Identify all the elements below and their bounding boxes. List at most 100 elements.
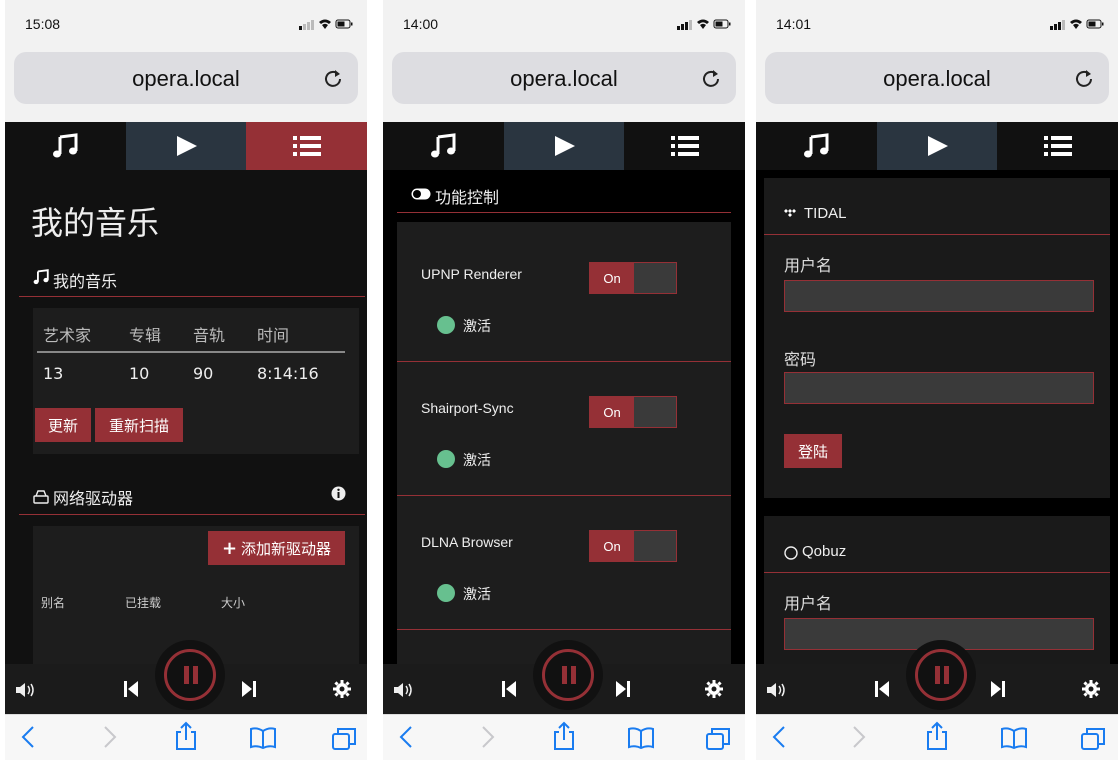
tab-player[interactable] [876,122,998,170]
reload-icon[interactable] [322,67,344,89]
tab-menu[interactable] [246,122,367,170]
share-icon[interactable] [175,721,197,751]
rescan-button[interactable]: 重新扫描 [95,408,183,442]
bookmarks-icon[interactable] [249,727,277,749]
service-toggle[interactable]: On [589,530,677,562]
service-toggle[interactable]: On [589,396,677,428]
tab-music[interactable] [383,122,504,170]
add-drive-button[interactable]: + 添加新驱动器 [208,531,345,565]
tidal-header: TIDAL [804,205,847,222]
bookmarks-icon[interactable] [1000,727,1028,749]
status-bar: 15:08 [5,0,367,48]
phone-screen-my-music: 15:08 opera.local 我的音乐 我的音乐 艺术家 专辑 音轨 时间… [5,0,367,760]
forward-icon[interactable] [103,725,117,749]
toggle-icon [411,188,431,200]
forward-icon[interactable] [481,725,495,749]
back-icon[interactable] [21,725,35,749]
accounts-page: TIDAL 用户名 密码 登陆 Qobuz 用户名 [756,170,1118,664]
total-time: 8:14:16 [257,364,319,383]
url-text: opera.local [132,66,240,91]
pause-button[interactable] [533,640,603,710]
volume-icon[interactable] [393,682,415,698]
tab-player[interactable] [125,122,247,170]
top-nav [383,122,745,170]
previous-icon[interactable] [123,680,139,698]
service-status: 激活 [463,319,491,335]
drives-header-row: 别名 已挂载 大小 [41,594,281,611]
services-panel: UPNP Renderer On 激活 Shairport-Sync On 激活… [397,222,731,664]
url-text: opera.local [883,66,991,91]
pause-button[interactable] [155,640,225,710]
share-icon[interactable] [553,721,575,751]
forward-icon[interactable] [852,725,866,749]
tidal-logo-icon [784,209,796,217]
tidal-panel: TIDAL 用户名 密码 登陆 [764,178,1110,498]
service-name: DLNA Browser [421,534,513,550]
update-button[interactable]: 更新 [35,408,91,442]
toggle-on-label: On [590,263,634,293]
tab-menu[interactable] [624,122,745,170]
artists-count: 13 [43,364,64,383]
play-icon [928,136,948,156]
toggle-on-label: On [590,397,634,427]
music-page: 我的音乐 我的音乐 艺术家 专辑 音轨 时间 13 10 90 8:14:16 … [5,170,367,664]
list-icon [670,136,699,156]
divider [19,296,365,297]
status-bar: 14:01 [756,0,1118,48]
address-bar[interactable]: opera.local [392,52,736,104]
settings-gear-icon[interactable] [333,680,351,698]
drive-icon [33,490,49,504]
stats-header-row: 艺术家 专辑 音轨 时间 [43,322,337,346]
service-toggle[interactable]: On [589,262,677,294]
share-icon[interactable] [926,721,948,751]
volume-icon[interactable] [15,682,37,698]
next-icon[interactable] [990,680,1006,698]
tabs-icon[interactable] [705,727,731,751]
settings-gear-icon[interactable] [705,680,723,698]
service-status: 激活 [463,453,491,469]
library-header: 我的音乐 [53,272,118,291]
reload-icon[interactable] [700,67,722,89]
reload-icon[interactable] [1073,67,1095,89]
next-icon[interactable] [615,680,631,698]
tab-music[interactable] [5,122,126,170]
column-size: 大小 [221,596,246,610]
settings-gear-icon[interactable] [1082,680,1100,698]
address-bar[interactable]: opera.local [765,52,1109,104]
pause-button[interactable] [906,640,976,710]
tidal-password-input[interactable] [784,372,1094,404]
back-icon[interactable] [399,725,413,749]
previous-icon[interactable] [501,680,517,698]
back-icon[interactable] [772,725,786,749]
url-text: opera.local [510,66,618,91]
list-icon [1043,136,1072,156]
previous-icon[interactable] [874,680,890,698]
pause-icon [935,666,949,684]
table-divider [37,351,345,353]
service-row: UPNP Renderer On 激活 [397,222,731,362]
bookmarks-icon[interactable] [627,727,655,749]
column-albums: 专辑 [129,326,162,345]
divider [397,212,731,213]
next-icon[interactable] [241,680,257,698]
section-header: 功能控制 [435,188,500,207]
tab-music[interactable] [756,122,877,170]
service-name: UPNP Renderer [421,266,522,282]
info-icon[interactable] [331,486,346,501]
volume-icon[interactable] [766,682,788,698]
pause-ring [915,649,967,701]
top-nav [5,122,367,170]
column-tracks: 音轨 [193,326,226,345]
address-bar[interactable]: opera.local [14,52,358,104]
tidal-username-input[interactable] [784,280,1094,312]
music-note-icon [804,133,829,158]
login-button[interactable]: 登陆 [784,434,842,468]
tab-player[interactable] [503,122,625,170]
status-icons [1050,19,1104,30]
address-bar-area: opera.local [5,48,367,122]
service-row: Shairport-Sync On 激活 [397,356,731,496]
player-bar [5,640,367,714]
tab-menu[interactable] [997,122,1118,170]
tabs-icon[interactable] [1080,727,1106,751]
tabs-icon[interactable] [331,727,357,751]
